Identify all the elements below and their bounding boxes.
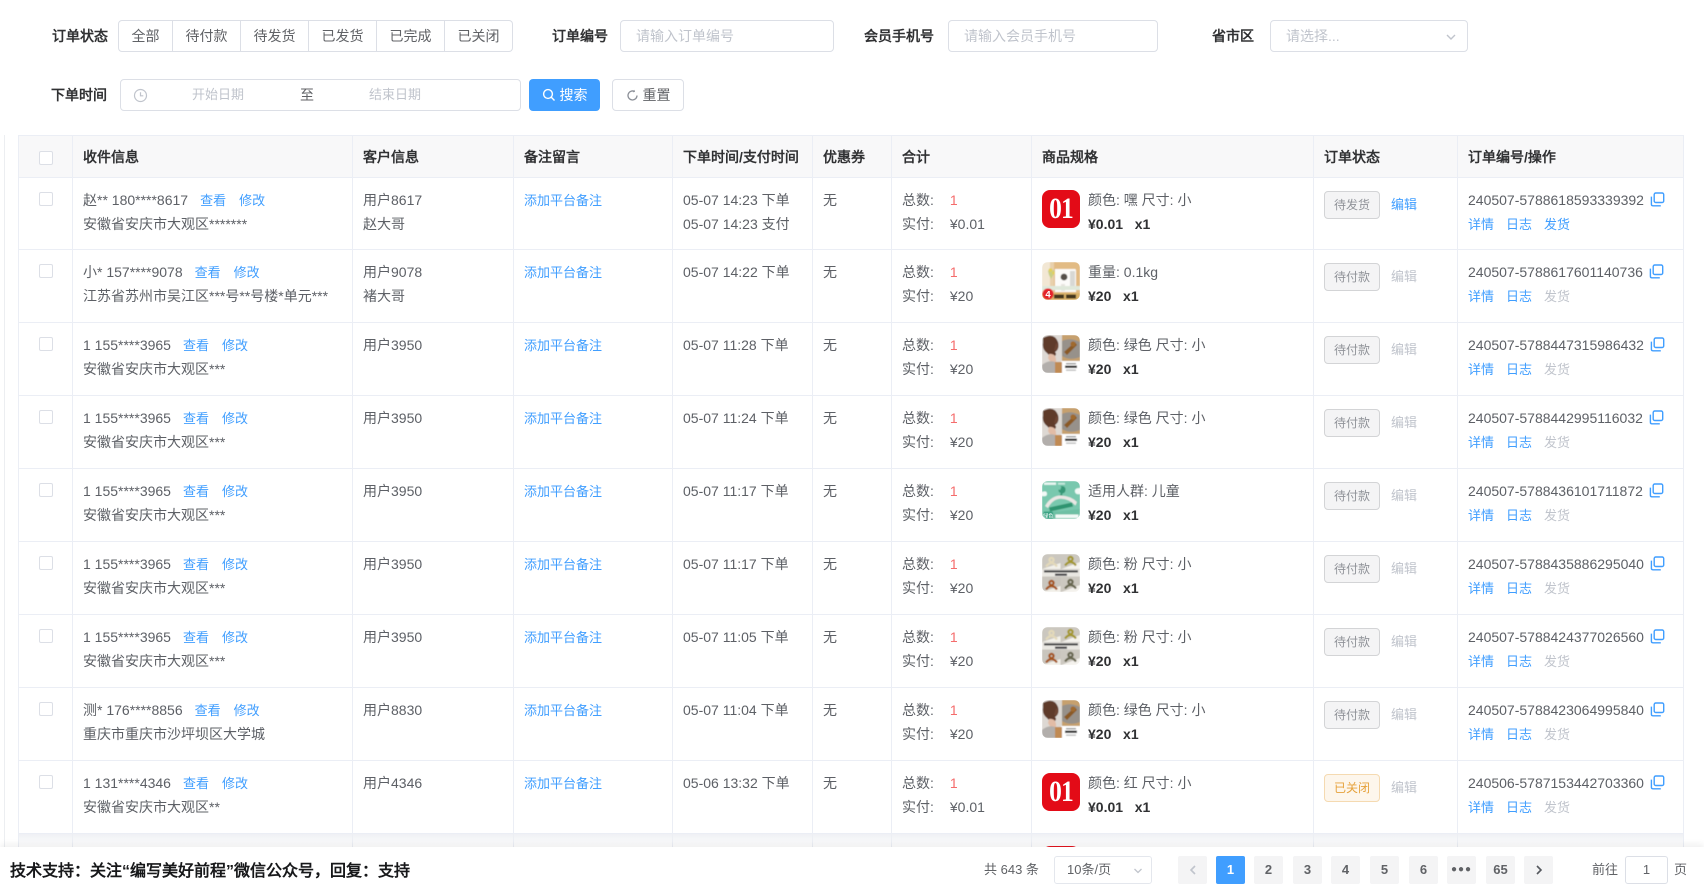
svg-text:4: 4 — [1045, 290, 1051, 301]
svg-text:绿色: 绿色 — [1043, 512, 1053, 519]
